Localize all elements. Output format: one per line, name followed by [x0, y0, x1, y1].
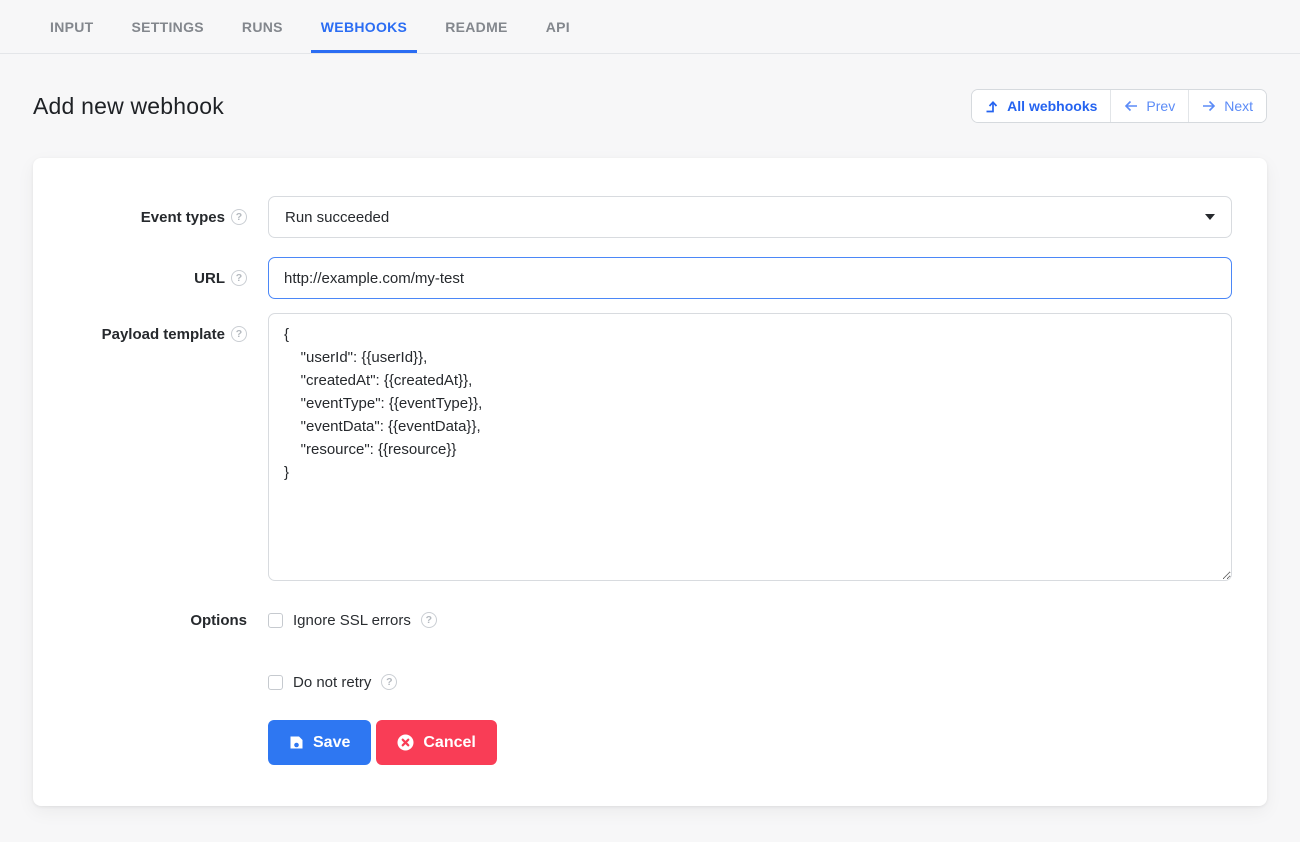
help-icon[interactable] — [231, 326, 247, 342]
save-icon — [289, 735, 304, 750]
ignore-ssl-errors-label[interactable]: Ignore SSL errors — [293, 612, 411, 629]
event-types-label: Event types — [141, 209, 225, 226]
tab-settings[interactable]: SETTINGS — [122, 0, 214, 53]
form-row-actions: Save Cancel — [33, 720, 1232, 765]
page-title: Add new webhook — [33, 93, 224, 120]
event-types-selected-value: Run succeeded — [285, 209, 389, 226]
payload-template-label: Payload template — [102, 326, 225, 343]
all-webhooks-button[interactable]: All webhooks — [972, 90, 1110, 122]
help-icon[interactable] — [421, 612, 437, 628]
url-label: URL — [194, 270, 225, 287]
form-row-event-types: Event types Run succeeded — [33, 196, 1232, 238]
help-icon[interactable] — [231, 209, 247, 225]
tab-input[interactable]: INPUT — [40, 0, 104, 53]
tab-bar: INPUT SETTINGS RUNS WEBHOOKS README API — [0, 0, 1300, 54]
help-icon[interactable] — [231, 270, 247, 286]
form-row-payload-template: Payload template { "userId": {{userId}},… — [33, 313, 1232, 581]
options-label: Options — [190, 612, 247, 629]
cancel-x-icon — [397, 734, 414, 751]
tab-runs[interactable]: RUNS — [232, 0, 293, 53]
payload-template-textarea[interactable]: { "userId": {{userId}}, "createdAt": {{c… — [268, 313, 1232, 581]
url-input[interactable] — [268, 257, 1232, 299]
chevron-down-icon — [1205, 214, 1215, 220]
webhook-nav-button-group: All webhooks Prev Next — [971, 89, 1267, 123]
next-button[interactable]: Next — [1188, 90, 1266, 122]
do-not-retry-checkbox[interactable] — [268, 675, 283, 690]
all-webhooks-label: All webhooks — [1007, 98, 1097, 114]
page-header: Add new webhook All webhooks Prev — [0, 54, 1300, 158]
help-icon[interactable] — [381, 674, 397, 690]
do-not-retry-label[interactable]: Do not retry — [293, 674, 371, 691]
save-button[interactable]: Save — [268, 720, 371, 765]
next-label: Next — [1224, 98, 1253, 114]
cancel-label: Cancel — [423, 734, 475, 752]
arrow-right-icon — [1202, 100, 1216, 112]
tab-api[interactable]: API — [536, 0, 580, 53]
form-row-options: Options Ignore SSL errors Do not retry — [33, 609, 1232, 693]
prev-button[interactable]: Prev — [1110, 90, 1188, 122]
arrow-left-icon — [1124, 100, 1138, 112]
tab-webhooks[interactable]: WEBHOOKS — [311, 0, 417, 53]
form-row-url: URL — [33, 257, 1232, 299]
do-not-retry-option: Do not retry — [268, 671, 1232, 693]
prev-label: Prev — [1146, 98, 1175, 114]
ignore-ssl-errors-checkbox[interactable] — [268, 613, 283, 628]
webhook-form-card: Event types Run succeeded URL Payload te… — [33, 158, 1267, 806]
tab-readme[interactable]: README — [435, 0, 517, 53]
ignore-ssl-errors-option: Ignore SSL errors — [268, 609, 1232, 631]
cancel-button[interactable]: Cancel — [376, 720, 496, 765]
arrow-up-back-icon — [985, 99, 999, 113]
event-types-select[interactable]: Run succeeded — [268, 196, 1232, 238]
save-label: Save — [313, 734, 350, 752]
